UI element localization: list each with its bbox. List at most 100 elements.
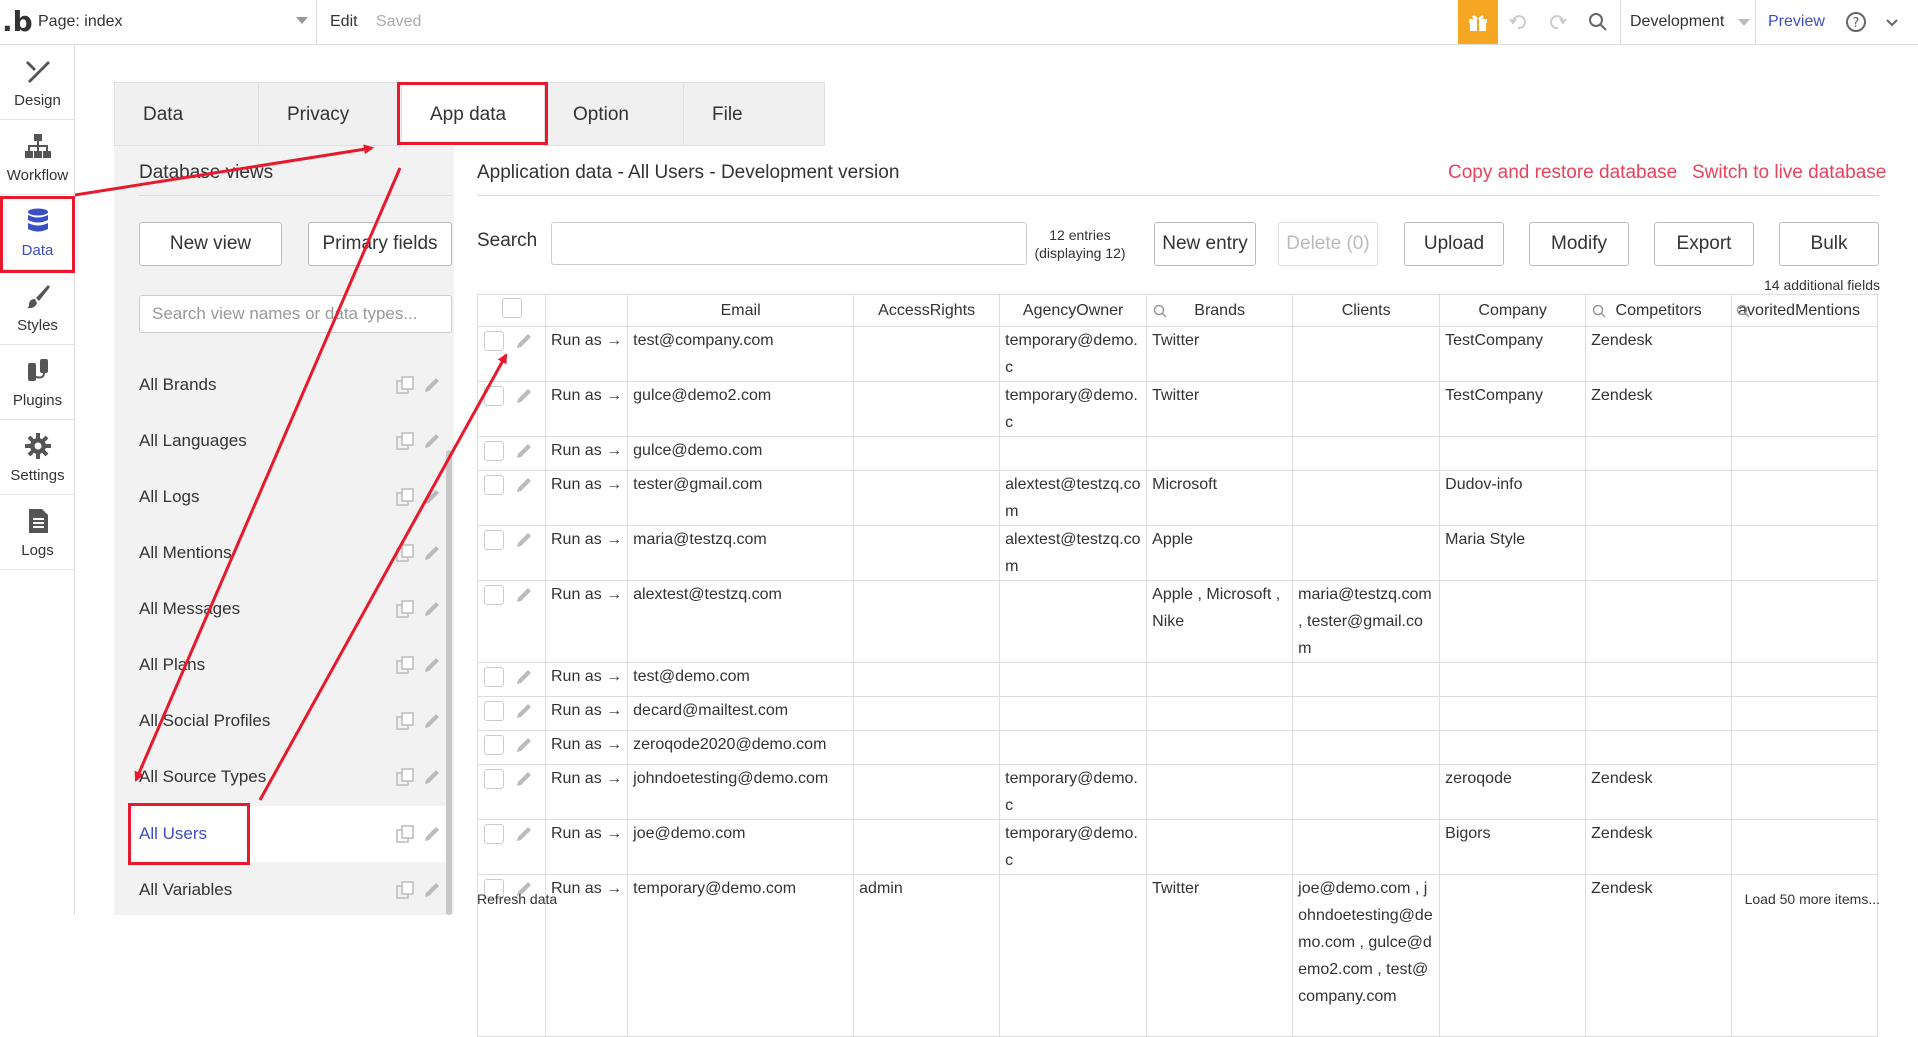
table-cell[interactable] [1292, 819, 1441, 875]
pencil-icon[interactable] [514, 769, 534, 789]
table-cell[interactable]: admin [853, 874, 1001, 1037]
column-header-email[interactable]: Email [627, 294, 855, 327]
table-cell[interactable] [1731, 525, 1879, 581]
pencil-icon[interactable] [514, 441, 534, 461]
search-icon[interactable] [1592, 304, 1606, 318]
table-cell[interactable]: Zendesk [1585, 381, 1733, 437]
pencil-icon[interactable] [514, 530, 534, 550]
row-checkbox[interactable] [484, 585, 504, 605]
table-cell[interactable] [999, 436, 1148, 471]
table-cell[interactable]: johndoetesting@demo.com [627, 764, 855, 820]
table-cell[interactable] [1146, 662, 1294, 697]
search-icon[interactable] [1736, 304, 1750, 318]
pencil-icon[interactable] [422, 487, 442, 507]
table-cell[interactable] [1439, 696, 1587, 731]
row-checkbox[interactable] [484, 735, 504, 755]
table-cell[interactable] [1731, 470, 1879, 526]
view-item-all-logs[interactable]: All Logs [128, 469, 452, 525]
bulk-button[interactable]: Bulk [1779, 222, 1879, 266]
copy-icon[interactable] [396, 881, 414, 899]
chevron-down-icon[interactable] [1874, 0, 1910, 44]
table-row[interactable]: Run as → gulce@demo2.com temporary@demo.c T… [477, 381, 1879, 437]
view-item-all-messages[interactable]: All Messages [128, 581, 452, 637]
run-as-link[interactable]: Run as → [544, 580, 629, 663]
table-cell[interactable] [999, 730, 1148, 765]
table-cell[interactable]: maria@testzq.com [627, 525, 855, 581]
pencil-icon[interactable] [422, 767, 442, 787]
pencil-icon[interactable] [422, 375, 442, 395]
nav-workflow[interactable]: Workflow [0, 120, 75, 195]
pencil-icon[interactable] [514, 475, 534, 495]
pencil-icon[interactable] [514, 824, 534, 844]
table-cell[interactable] [1731, 580, 1879, 663]
view-search-input[interactable] [139, 295, 452, 333]
table-cell[interactable] [1585, 525, 1733, 581]
table-cell[interactable] [999, 696, 1148, 731]
delete-button[interactable]: Delete (0) [1278, 222, 1378, 266]
table-cell[interactable] [1146, 696, 1294, 731]
pencil-icon[interactable] [422, 543, 442, 563]
table-cell[interactable] [853, 764, 1001, 820]
tab-privacy[interactable]: Privacy [258, 82, 401, 146]
copy-icon[interactable] [396, 488, 414, 506]
row-checkbox[interactable] [484, 331, 504, 351]
table-cell[interactable]: zeroqode [1439, 764, 1587, 820]
copy-icon[interactable] [396, 600, 414, 618]
table-cell[interactable]: TestCompany [1439, 326, 1587, 382]
table-row[interactable]: Run as → joe@demo.com temporary@demo.c Bigo… [477, 819, 1879, 875]
preview-link[interactable]: Preview [1768, 0, 1825, 44]
table-cell[interactable] [853, 381, 1001, 437]
table-cell[interactable] [1292, 696, 1441, 731]
table-cell[interactable] [1585, 730, 1733, 765]
page-selector[interactable]: Page: index [38, 0, 308, 44]
table-cell[interactable]: Twitter [1146, 874, 1294, 1037]
table-cell[interactable]: gulce@demo2.com [627, 381, 855, 437]
table-cell[interactable] [1292, 662, 1441, 697]
pencil-icon[interactable] [422, 431, 442, 451]
run-as-link[interactable]: Run as → [544, 326, 629, 382]
table-cell[interactable] [1292, 326, 1441, 382]
refresh-data-link[interactable]: Refresh data [477, 891, 557, 907]
pencil-icon[interactable] [514, 386, 534, 406]
table-cell[interactable] [1731, 696, 1879, 731]
column-header-clients[interactable]: Clients [1292, 294, 1441, 327]
table-cell[interactable] [1585, 696, 1733, 731]
row-checkbox[interactable] [484, 441, 504, 461]
view-item-all-variables[interactable]: All Variables [128, 862, 452, 918]
table-cell[interactable]: Twitter [1146, 326, 1294, 382]
table-cell[interactable] [1731, 662, 1879, 697]
copy-icon[interactable] [396, 712, 414, 730]
table-cell[interactable]: temporary@demo.c [999, 381, 1148, 437]
table-cell[interactable] [1292, 730, 1441, 765]
column-header-brands[interactable]: Brands [1146, 294, 1294, 327]
table-cell[interactable] [1731, 764, 1879, 820]
table-cell[interactable] [1292, 764, 1441, 820]
table-cell[interactable] [999, 662, 1148, 697]
view-item-all-brands[interactable]: All Brands [128, 357, 452, 413]
copy-icon[interactable] [396, 376, 414, 394]
table-cell[interactable] [1439, 436, 1587, 471]
table-row[interactable]: Run as → test@demo.com [477, 662, 1879, 697]
select-all-checkbox[interactable] [501, 298, 522, 318]
pencil-icon[interactable] [422, 655, 442, 675]
table-cell[interactable]: alextest@testzq.com [999, 525, 1148, 581]
pencil-icon[interactable] [514, 701, 534, 721]
table-cell[interactable]: Apple , Microsoft , Nike [1146, 580, 1294, 663]
view-item-all-plans[interactable]: All Plans [128, 637, 452, 693]
table-row[interactable]: Run as → alextest@testzq.com Apple , Micro… [477, 580, 1879, 663]
table-cell[interactable] [1585, 662, 1733, 697]
table-cell[interactable] [1146, 819, 1294, 875]
row-checkbox[interactable] [484, 769, 504, 789]
run-as-link[interactable]: Run as → [544, 470, 629, 526]
table-cell[interactable] [999, 580, 1148, 663]
table-row[interactable]: Run as → zeroqode2020@demo.com [477, 730, 1879, 765]
column-header-competitors[interactable]: Competitors [1585, 294, 1733, 327]
nav-design[interactable]: Design [0, 45, 75, 120]
column-header-agencyowner[interactable]: AgencyOwner [999, 294, 1148, 327]
table-cell[interactable] [1439, 580, 1587, 663]
tab-file-manager[interactable]: File manager [683, 82, 825, 189]
run-as-link[interactable]: Run as → [544, 764, 629, 820]
row-checkbox[interactable] [484, 386, 504, 406]
table-cell[interactable]: test@company.com [627, 326, 855, 382]
row-checkbox[interactable] [484, 667, 504, 687]
